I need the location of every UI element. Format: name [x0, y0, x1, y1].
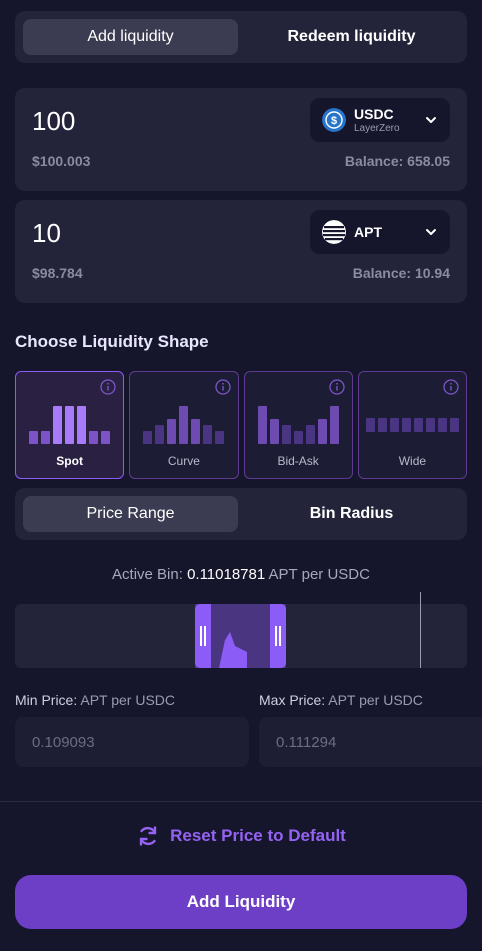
refresh-icon: [139, 826, 157, 846]
token-in-chain: LayerZero: [354, 123, 400, 134]
liquidity-shape-title: Choose Liquidity Shape: [15, 332, 209, 351]
info-icon[interactable]: [100, 379, 116, 395]
token-out-balance: Balance: 10.94: [352, 265, 450, 281]
apt-logo-icon: [322, 220, 346, 244]
max-price-label: Max Price: APT per USDC: [259, 692, 423, 708]
active-bin-label: Active Bin:: [112, 566, 183, 583]
token-out-usd-value: $98.784: [32, 265, 83, 281]
drag-grip-icon: [200, 626, 206, 646]
active-bin-readout: Active Bin: 0.11018781 APT per USDC: [0, 566, 482, 583]
shape-preview-bar: [257, 406, 267, 444]
liquidity-mode-tabs: Add liquidity Redeem liquidity: [15, 11, 467, 63]
info-icon[interactable]: [214, 379, 231, 395]
token-out-symbol: APT: [354, 224, 382, 240]
token-in-symbol: USDC: [354, 106, 394, 122]
shape-preview-bar: [41, 431, 51, 444]
shape-preview-bar: [191, 419, 201, 444]
token-out-select-button[interactable]: APT: [310, 210, 450, 254]
shape-preview-bar: [329, 406, 339, 444]
active-bin-unit: APT per USDC: [268, 566, 370, 583]
shape-preview-bars: [16, 402, 123, 444]
shape-preview-bar: [377, 418, 387, 432]
shape-preview-bar: [281, 425, 291, 444]
active-bin-marker: [420, 592, 421, 668]
tab-price-range[interactable]: Price Range: [23, 496, 238, 532]
min-price-label: Min Price: APT per USDC: [15, 692, 175, 708]
max-price-handle[interactable]: [270, 604, 286, 668]
token-out-amount-input[interactable]: 10: [32, 218, 61, 249]
chevron-down-icon: [426, 229, 436, 235]
range-mode-tabs: Price Range Bin Radius: [15, 488, 467, 540]
max-price-title: Max Price:: [259, 692, 326, 708]
price-range-selection[interactable]: [195, 592, 421, 668]
min-price-input[interactable]: 0.109093: [15, 717, 249, 767]
shape-preview-bars: [130, 402, 237, 444]
reset-price-label: Reset Price to Default: [170, 826, 346, 845]
usdc-logo-icon: $: [322, 108, 346, 132]
shape-preview-bar: [305, 425, 315, 444]
shape-preview-bar: [29, 431, 39, 444]
shape-preview-bar: [269, 419, 279, 444]
min-price-unit: APT per USDC: [80, 692, 176, 708]
liquidity-distribution-graphic: [219, 632, 247, 668]
svg-text:$: $: [331, 115, 337, 127]
shape-preview-bar: [101, 431, 111, 444]
shape-preview-bar: [401, 418, 411, 432]
tab-redeem-liquidity[interactable]: Redeem liquidity: [244, 19, 459, 55]
shape-preview-bars: [245, 402, 352, 444]
max-price-input[interactable]: 0.111294: [259, 717, 482, 767]
shape-preview-bar: [389, 418, 399, 432]
shape-option-label: Bid-Ask: [277, 454, 319, 468]
shape-option-label: Curve: [167, 454, 200, 468]
info-icon[interactable]: [443, 379, 459, 395]
shape-preview-bar: [203, 425, 213, 444]
token-in-amount-input[interactable]: 100: [32, 106, 75, 137]
shape-option-bid-ask[interactable]: Bid-Ask: [243, 371, 353, 479]
shape-preview-bar: [365, 418, 375, 432]
tab-add-liquidity[interactable]: Add liquidity: [23, 19, 238, 55]
shape-preview-bar: [437, 418, 447, 432]
shape-option-curve[interactable]: Curve: [129, 371, 239, 479]
shape-preview-bars: [359, 400, 466, 432]
shape-option-label: Wide: [398, 454, 427, 468]
shape-option-wide[interactable]: Wide: [357, 371, 467, 479]
price-range-slider[interactable]: [15, 592, 467, 668]
token-in-card: 100 $100.003 Balance: 658.05 $ USDC Laye…: [15, 88, 467, 191]
reset-price-button[interactable]: Reset Price to Default: [0, 824, 482, 848]
shape-preview-bar: [179, 406, 189, 444]
token-in-usd-value: $100.003: [32, 153, 91, 169]
add-liquidity-button[interactable]: Add Liquidity: [15, 875, 467, 929]
drag-grip-icon: [275, 626, 281, 646]
token-in-select-button[interactable]: $ USDC LayerZero: [310, 98, 450, 142]
max-price-unit: APT per USDC: [328, 692, 423, 708]
shape-preview-bar: [143, 431, 153, 444]
shape-preview-bar: [89, 431, 99, 444]
shape-preview-bar: [215, 431, 225, 444]
divider: [0, 801, 482, 802]
shape-preview-bar: [317, 419, 327, 444]
chevron-down-icon: [426, 117, 436, 123]
shape-preview-bar: [155, 425, 165, 444]
token-out-card: 10 $98.784 Balance: 10.94 APT: [15, 200, 467, 303]
shape-preview-bar: [77, 406, 87, 444]
tab-bin-radius[interactable]: Bin Radius: [244, 496, 459, 532]
token-in-balance: Balance: 658.05: [344, 153, 450, 169]
shape-preview-bar: [413, 418, 423, 432]
shape-preview-bar: [65, 406, 75, 444]
min-price-title: Min Price:: [15, 692, 78, 708]
shape-option-label: Spot: [56, 454, 83, 468]
min-price-handle[interactable]: [195, 604, 211, 668]
shape-option-spot[interactable]: Spot: [15, 371, 125, 479]
shape-preview-bar: [449, 418, 459, 432]
shape-preview-bar: [167, 419, 177, 444]
shape-preview-bar: [53, 406, 63, 444]
shape-preview-bar: [293, 431, 303, 444]
shape-preview-bar: [425, 418, 435, 432]
info-icon[interactable]: [329, 379, 345, 395]
liquidity-shape-options: Spot Curve Bid-Ask Wide: [15, 371, 467, 479]
active-bin-value: 0.11018781: [187, 566, 266, 583]
